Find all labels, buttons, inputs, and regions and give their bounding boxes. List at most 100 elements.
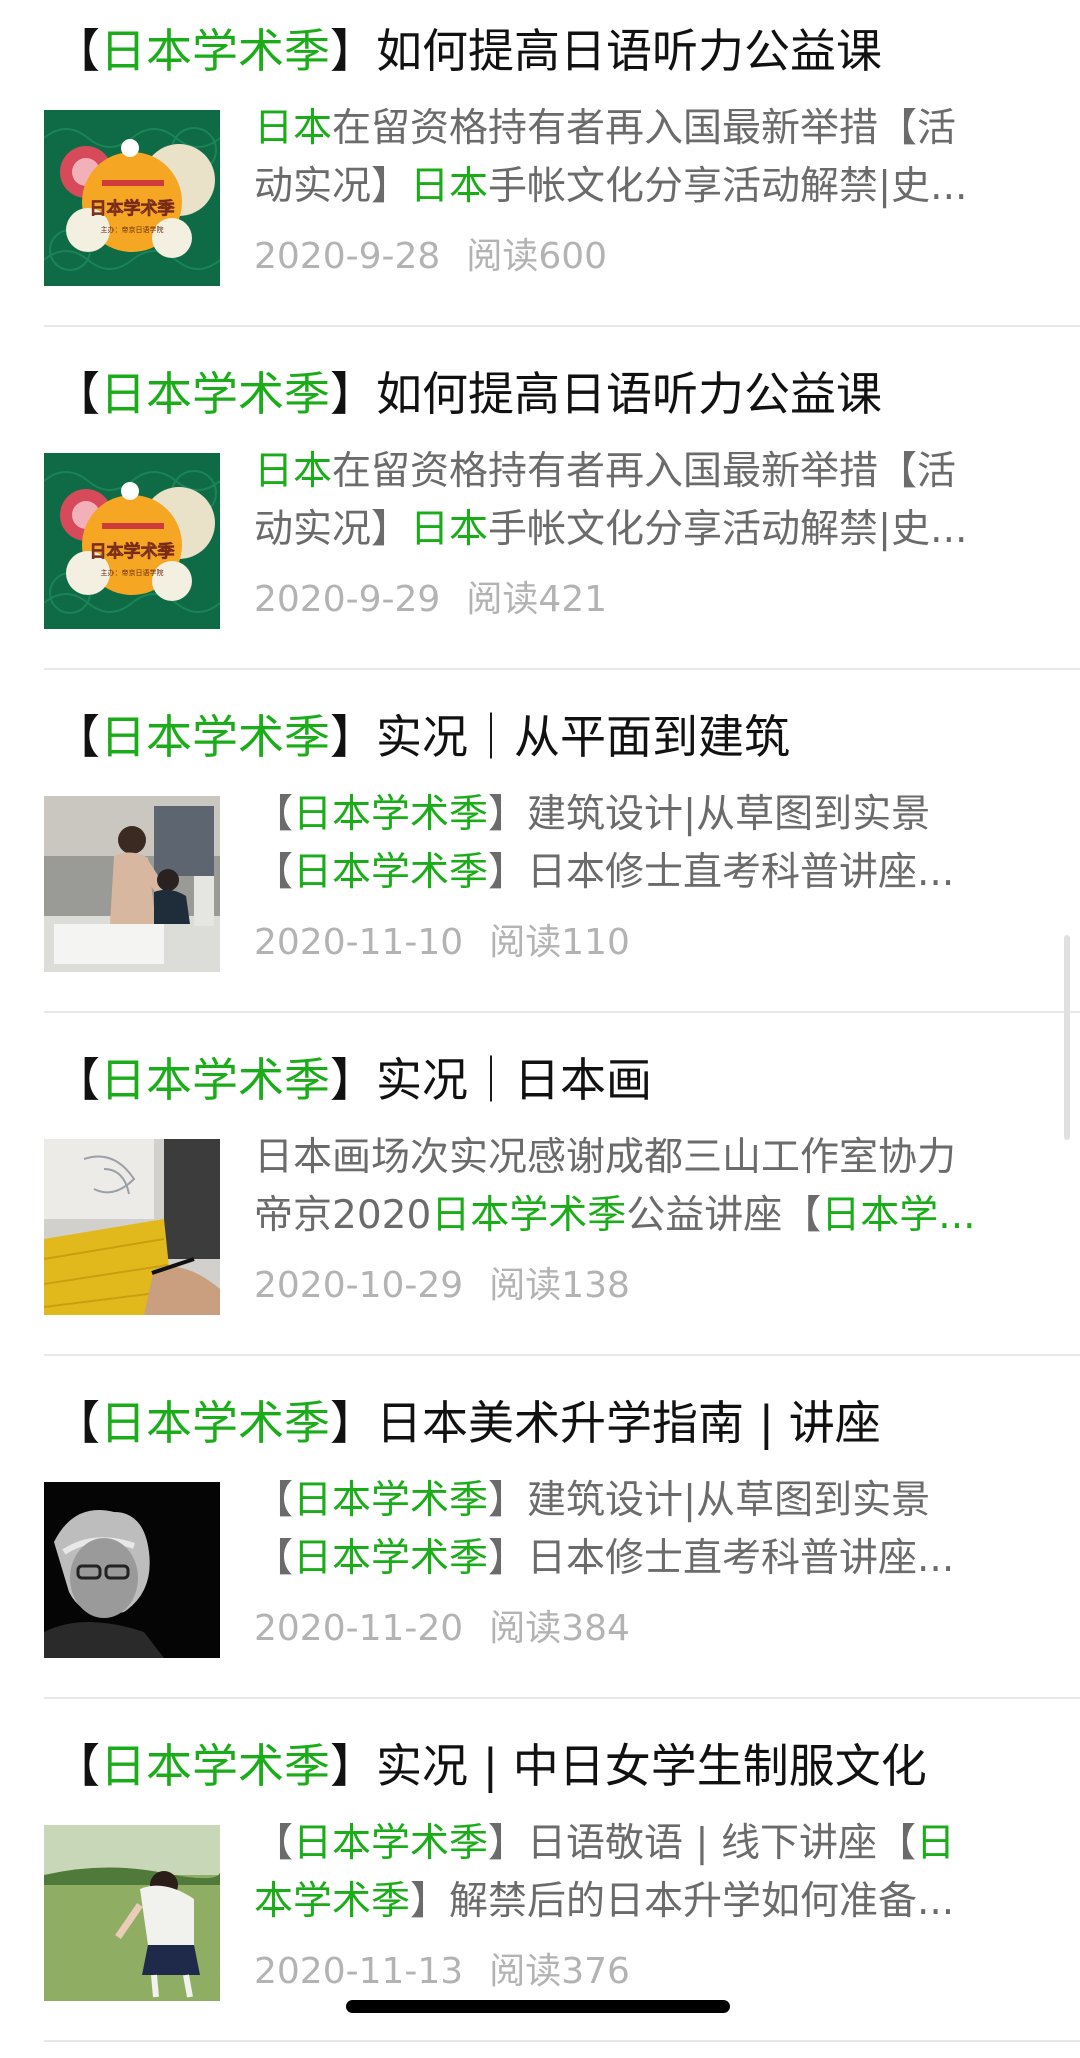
summary-line: 【日本学术季】建筑设计|从草图到实景: [254, 786, 1030, 844]
text-segment: 在留资格持有者再入国最新举措【活: [332, 449, 957, 494]
keyword-highlight: 日本学术季: [293, 1821, 489, 1866]
read-count: 阅读376: [489, 1951, 630, 1992]
text-segment: 在留资格持有者再入国最新举措【活: [332, 106, 957, 151]
keyword-highlight: 日本: [410, 164, 489, 209]
article-summary: 日本画场次实况感谢成都三山工作室协力 帝京2020日本学术季公益讲座【日本学..…: [254, 1129, 1030, 1245]
title-keyword: 日本学术季: [100, 1053, 330, 1107]
article-meta: 2020-11-13 阅读376: [254, 1947, 630, 1997]
home-indicator[interactable]: [346, 2000, 730, 2013]
title-bracket: 【: [54, 1396, 100, 1450]
divider: [44, 2040, 1080, 2042]
article-title[interactable]: 【日本学术季】实况｜日本画: [54, 1049, 1054, 1111]
text-segment: 】日本修士直考科普讲座...: [488, 1536, 955, 1581]
divider: [44, 325, 1080, 327]
publish-date: 2020-9-29: [254, 579, 441, 620]
title-text: 】如何提高日语听力公益课: [330, 24, 882, 78]
summary-line: 【日本学术季】日语敬语 | 线下讲座【日: [254, 1815, 1030, 1873]
title-bracket: 【: [54, 710, 100, 764]
article-title[interactable]: 【日本学术季】实况 | 中日女学生制服文化: [54, 1735, 1054, 1797]
summary-line: 日本画场次实况感谢成都三山工作室协力: [254, 1129, 1030, 1187]
publish-date: 2020-9-28: [254, 236, 441, 277]
article-meta: 2020-9-29 阅读421: [254, 575, 607, 625]
title-keyword: 日本学术季: [100, 367, 330, 421]
text-segment: 】建筑设计|从草图到实景: [488, 792, 931, 837]
article-thumbnail[interactable]: 日本学术季 主办：帝京日语学院: [44, 110, 220, 286]
text-segment: 【: [254, 792, 294, 837]
text-segment: 【: [254, 1821, 294, 1866]
publish-date: 2020-11-20: [254, 1608, 464, 1649]
keyword-highlight: 本学术季: [254, 1879, 411, 1924]
keyword-highlight: 日本学术季: [293, 792, 489, 837]
article-item[interactable]: 【日本学术季】如何提高日语听力公益课 日本学术季 主办：帝京日语学院 日本在留资…: [0, 343, 1080, 686]
read-count: 阅读600: [466, 236, 608, 277]
divider: [44, 1354, 1080, 1356]
title-text: 】实况｜日本画: [330, 1053, 652, 1107]
article-summary: 【日本学术季】日语敬语 | 线下讲座【日 本学术季】解禁后的日本升学如何准备..…: [254, 1815, 1030, 1931]
article-meta: 2020-11-10 阅读110: [254, 918, 630, 968]
scrollbar[interactable]: [1064, 935, 1070, 1140]
title-keyword: 日本学术季: [100, 1739, 330, 1793]
article-title[interactable]: 【日本学术季】实况｜从平面到建筑: [54, 706, 1054, 768]
keyword-highlight: 日本学...: [821, 1193, 976, 1238]
read-count: 阅读110: [489, 922, 630, 963]
text-segment: 】日语敬语 | 线下讲座【: [488, 1821, 916, 1866]
text-segment: 公益讲座【: [626, 1193, 822, 1238]
divider: [44, 1011, 1080, 1013]
title-text: 】实况｜从平面到建筑: [330, 710, 790, 764]
article-meta: 2020-11-20 阅读384: [254, 1604, 630, 1654]
divider: [44, 668, 1080, 670]
article-thumbnail[interactable]: [44, 796, 220, 972]
article-thumbnail[interactable]: 日本学术季 主办：帝京日语学院: [44, 453, 220, 629]
article-summary: 【日本学术季】建筑设计|从草图到实景 【日本学术季】日本修士直考科普讲座...: [254, 786, 1030, 902]
article-thumbnail[interactable]: [44, 1482, 220, 1658]
keyword-highlight: 日本学术季: [431, 1193, 627, 1238]
divider: [44, 1697, 1080, 1699]
text-segment: 【: [254, 850, 294, 895]
read-count: 阅读421: [466, 579, 608, 620]
summary-line: 帝京2020日本学术季公益讲座【日本学...: [254, 1187, 1030, 1245]
title-bracket: 【: [54, 24, 100, 78]
text-segment: 动实况】: [254, 507, 411, 552]
text-segment: 日本画场次实况感谢成都三山工作室协力: [254, 1135, 957, 1180]
text-segment: 】日本修士直考科普讲座...: [488, 850, 955, 895]
article-item[interactable]: 【日本学术季】日本美术升学指南 | 讲座 【日本学术季】建筑设计|从草图到实景 …: [0, 1372, 1080, 1715]
article-item[interactable]: 【日本学术季】实况｜从平面到建筑 【日本学术季】建筑设计|从草图到实景 【日本学…: [0, 686, 1080, 1029]
summary-line: 本学术季】解禁后的日本升学如何准备...: [254, 1873, 1030, 1931]
title-keyword: 日本学术季: [100, 710, 330, 764]
text-segment: 【: [254, 1478, 294, 1523]
read-count: 阅读384: [489, 1608, 630, 1649]
title-keyword: 日本学术季: [100, 1396, 330, 1450]
article-thumbnail[interactable]: [44, 1139, 220, 1315]
title-text: 】实况 | 中日女学生制服文化: [330, 1739, 927, 1793]
summary-line: 【日本学术季】日本修士直考科普讲座...: [254, 1530, 1030, 1588]
article-summary: 【日本学术季】建筑设计|从草图到实景 【日本学术季】日本修士直考科普讲座...: [254, 1472, 1030, 1588]
poster-title-text: 日本学术季: [90, 198, 175, 219]
article-item[interactable]: 【日本学术季】如何提高日语听力公益课 日本学术季 主办：帝京日语学院 日本在留资…: [0, 0, 1080, 343]
title-keyword: 日本学术季: [100, 24, 330, 78]
title-bracket: 【: [54, 367, 100, 421]
text-segment: 手帐文化分享活动解禁|史...: [488, 507, 968, 552]
article-meta: 2020-10-29 阅读138: [254, 1261, 630, 1311]
text-segment: 】建筑设计|从草图到实景: [488, 1478, 931, 1523]
article-meta: 2020-9-28 阅读600: [254, 232, 607, 282]
keyword-highlight: 日本: [410, 507, 489, 552]
keyword-highlight: 日本学术季: [293, 850, 489, 895]
title-text: 】日本美术升学指南 | 讲座: [330, 1396, 881, 1450]
article-title[interactable]: 【日本学术季】如何提高日语听力公益课: [54, 20, 1054, 82]
article-title[interactable]: 【日本学术季】如何提高日语听力公益课: [54, 363, 1054, 425]
summary-line: 日本在留资格持有者再入国最新举措【活: [254, 443, 1030, 501]
article-title[interactable]: 【日本学术季】日本美术升学指南 | 讲座: [54, 1392, 1054, 1454]
text-segment: 手帐文化分享活动解禁|史...: [488, 164, 968, 209]
text-segment: 【: [254, 1536, 294, 1581]
summary-line: 动实况】日本手帐文化分享活动解禁|史...: [254, 501, 1030, 559]
poster-subtitle-text: 主办：帝京日语学院: [101, 225, 164, 234]
text-segment: 动实况】: [254, 164, 411, 209]
summary-line: 【日本学术季】日本修士直考科普讲座...: [254, 844, 1030, 902]
title-text: 】如何提高日语听力公益课: [330, 367, 882, 421]
keyword-highlight: 日本学术季: [293, 1536, 489, 1581]
summary-line: 【日本学术季】建筑设计|从草图到实景: [254, 1472, 1030, 1530]
article-item[interactable]: 【日本学术季】实况｜日本画 日本画场次实况感谢成都三山工作室协力 帝京2020日…: [0, 1029, 1080, 1372]
article-thumbnail[interactable]: [44, 1825, 220, 2001]
article-summary: 日本在留资格持有者再入国最新举措【活 动实况】日本手帐文化分享活动解禁|史...: [254, 443, 1030, 559]
text-segment: 】解禁后的日本升学如何准备...: [410, 1879, 955, 1924]
